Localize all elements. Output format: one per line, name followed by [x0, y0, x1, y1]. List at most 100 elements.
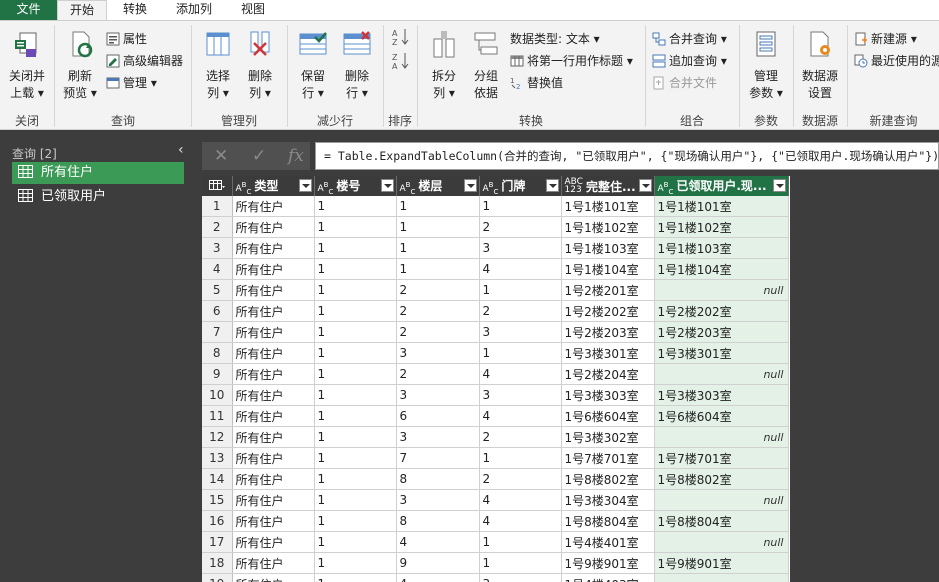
table-cell[interactable]: null [654, 279, 789, 301]
table-cell[interactable]: 所有住户 [232, 216, 315, 238]
table-cell[interactable]: 4 [396, 531, 480, 553]
tab-home[interactable]: 开始 [57, 0, 107, 20]
row-number[interactable]: 6 [202, 300, 233, 322]
table-cell[interactable]: 1号4楼403室 [561, 573, 655, 582]
table-cell[interactable]: 所有住户 [232, 300, 315, 322]
refresh-preview-button[interactable]: 刷新 预览 ▾ [58, 29, 102, 102]
table-cell[interactable]: 1 [314, 426, 397, 448]
table-cell[interactable]: 1号3楼303室 [654, 384, 789, 406]
table-cell[interactable]: 1号1楼103室 [561, 237, 655, 259]
table-cell[interactable]: 1号1楼102室 [654, 216, 789, 238]
table-cell[interactable]: 7 [396, 447, 480, 469]
table-cell[interactable]: 3 [396, 489, 480, 511]
keep-rows-button[interactable]: 保留 行 ▾ [292, 29, 334, 102]
table-cell[interactable]: 所有住户 [232, 258, 315, 280]
table-cell[interactable]: 1 [314, 363, 397, 385]
row-number[interactable]: 9 [202, 363, 233, 385]
table-cell[interactable]: 所有住户 [232, 342, 315, 364]
row-number[interactable]: 15 [202, 489, 233, 511]
table-cell[interactable]: 1号2楼202室 [654, 300, 789, 322]
table-cell[interactable]: 1 [314, 531, 397, 553]
filter-dropdown-icon[interactable] [638, 179, 652, 192]
table-cell[interactable]: 1号2楼201室 [561, 279, 655, 301]
column-header[interactable]: ABC 楼号 [314, 176, 397, 196]
table-cell[interactable]: 3 [396, 342, 480, 364]
filter-dropdown-icon[interactable] [545, 179, 559, 192]
collapse-pane-icon[interactable]: ‹ [178, 142, 184, 158]
recent-sources-button[interactable]: 最近使用的源 [854, 52, 939, 70]
table-cell[interactable] [654, 573, 789, 582]
manage-button[interactable]: 管理 ▾ [106, 74, 157, 92]
sort-ascending-button[interactable]: AZ [392, 27, 410, 47]
table-cell[interactable]: 1号8楼804室 [561, 510, 655, 532]
table-cell[interactable]: 1 [479, 552, 562, 574]
table-cell[interactable]: 1号8楼802室 [561, 468, 655, 490]
manage-parameters-button[interactable]: 管理 参数 ▾ [746, 29, 786, 102]
row-number[interactable]: 13 [202, 447, 233, 469]
table-cell[interactable]: 所有住户 [232, 363, 315, 385]
tab-transform[interactable]: 转换 [112, 0, 158, 20]
table-cell[interactable]: 4 [479, 510, 562, 532]
table-cell[interactable]: 1 [396, 237, 480, 259]
properties-button[interactable]: 属性 [106, 30, 147, 48]
table-cell[interactable]: 1号2楼202室 [561, 300, 655, 322]
table-cell[interactable]: 4 [479, 405, 562, 427]
table-cell[interactable]: 所有住户 [232, 279, 315, 301]
table-cell[interactable]: 1号3楼303室 [561, 384, 655, 406]
replace-values-button[interactable]: 1 2 替换值 [510, 74, 563, 92]
table-cell[interactable]: 1号1楼103室 [654, 237, 789, 259]
table-cell[interactable]: 1 [314, 447, 397, 469]
table-cell[interactable]: 所有住户 [232, 447, 315, 469]
table-cell[interactable]: 3 [479, 384, 562, 406]
tab-view[interactable]: 视图 [230, 0, 276, 20]
query-item-claimed-users[interactable]: 已领取用户 [12, 186, 184, 208]
column-header[interactable]: ABC 楼层 [396, 176, 480, 196]
remove-rows-button[interactable]: 删除 行 ▾ [336, 29, 378, 102]
filter-dropdown-icon[interactable] [772, 179, 786, 192]
row-number[interactable]: 7 [202, 321, 233, 343]
row-number[interactable]: 14 [202, 468, 233, 490]
table-cell[interactable]: 2 [479, 216, 562, 238]
formula-input[interactable]: = Table.ExpandTableColumn(合并的查询, "已领取用户"… [315, 142, 939, 170]
table-cell[interactable]: 1号1楼101室 [654, 196, 789, 217]
table-cell[interactable]: 1 [396, 196, 480, 217]
table-cell[interactable]: 所有住户 [232, 237, 315, 259]
column-header[interactable]: ABC 门牌 [479, 176, 562, 196]
row-number[interactable]: 12 [202, 426, 233, 448]
row-number[interactable]: 17 [202, 531, 233, 553]
table-cell[interactable]: 所有住户 [232, 489, 315, 511]
table-cell[interactable]: 2 [396, 363, 480, 385]
new-source-button[interactable]: 新建源 ▾ [854, 30, 917, 48]
table-cell[interactable]: 2 [396, 321, 480, 343]
cancel-formula-icon[interactable]: ✕ [214, 146, 228, 166]
table-cell[interactable]: 1 [314, 384, 397, 406]
table-cell[interactable]: 3 [479, 237, 562, 259]
column-header[interactable]: ABC 123 完整住... [561, 176, 655, 196]
table-cell[interactable]: null [654, 489, 789, 511]
table-cell[interactable]: 1号3楼301室 [561, 342, 655, 364]
table-cell[interactable]: 1号1楼104室 [561, 258, 655, 280]
filter-dropdown-icon[interactable] [380, 179, 394, 192]
table-cell[interactable]: 9 [396, 552, 480, 574]
table-cell[interactable]: 1 [314, 573, 397, 582]
table-cell[interactable]: 1 [314, 321, 397, 343]
table-cell[interactable]: 1号9楼901室 [561, 552, 655, 574]
table-cell[interactable]: 1号1楼101室 [561, 196, 655, 217]
table-cell[interactable]: 1号9楼901室 [654, 552, 789, 574]
row-number[interactable]: 5 [202, 279, 233, 301]
table-cell[interactable]: 1号7楼701室 [654, 447, 789, 469]
type-icon[interactable]: ABC 123 [565, 177, 583, 194]
table-cell[interactable]: 1 [479, 279, 562, 301]
table-cell[interactable]: 所有住户 [232, 531, 315, 553]
table-cell[interactable]: 2 [396, 279, 480, 301]
group-by-button[interactable]: 分组 依据 [466, 29, 506, 102]
table-cell[interactable]: 1号1楼102室 [561, 216, 655, 238]
table-cell[interactable]: 1号3楼301室 [654, 342, 789, 364]
combine-files-button[interactable]: 合并文件 [652, 74, 717, 92]
table-cell[interactable]: 1 [314, 300, 397, 322]
table-cell[interactable]: 8 [396, 510, 480, 532]
filter-dropdown-icon[interactable] [463, 179, 477, 192]
table-cell[interactable]: 4 [479, 363, 562, 385]
table-cell[interactable]: 所有住户 [232, 196, 315, 217]
row-number[interactable]: 16 [202, 510, 233, 532]
